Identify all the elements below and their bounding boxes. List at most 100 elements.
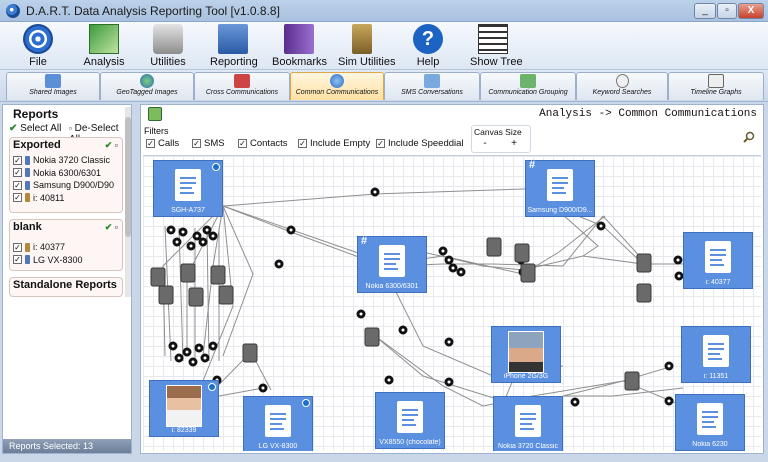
device-marker[interactable]: [150, 267, 166, 287]
report-item[interactable]: ✓ i: 40377: [10, 241, 122, 254]
graph-junction[interactable]: [174, 353, 184, 363]
zoom-in-button[interactable]: +: [506, 138, 522, 151]
graph-junction[interactable]: [438, 246, 448, 256]
file-button[interactable]: File: [18, 24, 58, 70]
device-node[interactable]: # Nokia 6300/6301: [357, 235, 427, 293]
filter-sms[interactable]: ✓ SMS: [192, 138, 225, 149]
device-marker[interactable]: [636, 253, 652, 273]
scrollbar-thumb[interactable]: [125, 117, 131, 237]
graph-junction[interactable]: [202, 225, 212, 235]
graph-junction[interactable]: [168, 341, 178, 351]
restore-button[interactable]: ▫: [717, 3, 737, 19]
report-checkbox[interactable]: ✓: [13, 180, 22, 190]
group-select-all-icon[interactable]: ✔: [105, 222, 113, 232]
edit-icon[interactable]: [148, 107, 162, 121]
filter-checkbox[interactable]: ✓: [298, 139, 307, 148]
reporting-button[interactable]: Reporting: [210, 24, 258, 70]
bookmarks-button[interactable]: Bookmarks: [272, 24, 327, 70]
analysis-button[interactable]: Analysis: [82, 24, 126, 70]
graph-junction[interactable]: [258, 383, 268, 393]
graph-junction[interactable]: [664, 361, 674, 371]
graph-junction[interactable]: [596, 221, 606, 231]
device-node[interactable]: VX8550 (chocolate): [375, 392, 445, 449]
graph-junction[interactable]: [286, 225, 296, 235]
report-checkbox[interactable]: ✓: [13, 193, 22, 203]
device-node[interactable]: i: 40377: [683, 232, 753, 289]
filter-checkbox[interactable]: ✓: [376, 139, 385, 148]
device-node[interactable]: # Samsung D900/D9...: [525, 159, 595, 217]
graph-junction[interactable]: [182, 347, 192, 357]
group-select-all-icon[interactable]: ✔: [105, 140, 113, 150]
device-node[interactable]: i: 82339: [149, 380, 219, 437]
graph-junction[interactable]: [444, 337, 454, 347]
zoom-out-button[interactable]: -: [477, 138, 493, 151]
minimize-button[interactable]: _: [694, 3, 716, 19]
device-node[interactable]: LG VX-8300: [243, 396, 313, 451]
report-item[interactable]: ✓ LG VX-8300: [10, 254, 122, 267]
report-item[interactable]: ✓ Nokia 6300/6301: [10, 167, 122, 180]
filter-include-speeddial[interactable]: ✓ Include Speeddial: [376, 138, 464, 149]
graph-junction[interactable]: [192, 231, 202, 241]
close-button[interactable]: X: [738, 3, 764, 19]
report-item[interactable]: ✓ Samsung D900/D90: [10, 179, 122, 192]
device-marker[interactable]: [636, 283, 652, 303]
graph-junction[interactable]: [208, 341, 218, 351]
graph-junction[interactable]: [674, 271, 684, 281]
device-marker[interactable]: [624, 371, 640, 391]
utilities-button[interactable]: Utilities: [146, 24, 190, 70]
report-checkbox[interactable]: ✓: [13, 168, 22, 178]
graph-junction[interactable]: [398, 325, 408, 335]
graph-junction[interactable]: [198, 237, 208, 247]
device-node[interactable]: i: 11351: [681, 326, 751, 383]
graph-junction[interactable]: [444, 377, 454, 387]
filter-contacts[interactable]: ✓ Contacts: [238, 138, 288, 149]
graph-junction[interactable]: [664, 396, 674, 406]
device-marker[interactable]: [514, 243, 530, 263]
filter-checkbox[interactable]: ✓: [146, 139, 155, 148]
device-node[interactable]: Nokia 3720 Classic: [493, 396, 563, 451]
tab-common-communications[interactable]: Common Communications: [290, 72, 384, 100]
graph-junction[interactable]: [172, 237, 182, 247]
show-tree-button[interactable]: Show Tree: [470, 24, 523, 70]
group-deselect-icon[interactable]: ▫: [115, 140, 118, 150]
graph-junction[interactable]: [456, 267, 466, 277]
tab-timeline-graphs[interactable]: Timeline Graphs: [668, 72, 764, 100]
report-item[interactable]: ✓ Nokia 3720 Classic: [10, 154, 122, 167]
graph-junction[interactable]: [178, 227, 188, 237]
tab-shared-images[interactable]: Shared Images: [6, 72, 100, 100]
graph-junction[interactable]: [186, 241, 196, 251]
graph-junction[interactable]: [194, 343, 204, 353]
device-marker[interactable]: [218, 285, 234, 305]
device-marker[interactable]: [210, 265, 226, 285]
device-marker[interactable]: [486, 237, 502, 257]
device-marker[interactable]: [520, 263, 536, 283]
device-node[interactable]: SGH-A737: [153, 160, 223, 217]
graph-junction[interactable]: [274, 259, 284, 269]
graph-junction[interactable]: [384, 375, 394, 385]
tab-sms-conversations[interactable]: SMS Conversations: [384, 72, 480, 100]
filter-calls[interactable]: ✓ Calls: [146, 138, 179, 149]
select-all-link[interactable]: ✔ Select All: [9, 123, 61, 134]
device-marker[interactable]: [364, 327, 380, 347]
device-marker[interactable]: [180, 263, 196, 283]
tab-cross-communications[interactable]: Cross Communications: [194, 72, 290, 100]
search-icon[interactable]: [743, 131, 755, 143]
graph-junction[interactable]: [444, 255, 454, 265]
group-deselect-icon[interactable]: ▫: [115, 222, 118, 232]
graph-junction[interactable]: [188, 357, 198, 367]
graph-junction[interactable]: [448, 263, 458, 273]
report-checkbox[interactable]: ✓: [13, 255, 22, 265]
graph-junction[interactable]: [208, 231, 218, 241]
device-node[interactable]: iPhone 2G/3G: [491, 326, 561, 383]
sidebar-scrollbar[interactable]: [125, 107, 131, 297]
graph-junction[interactable]: [570, 397, 580, 407]
communications-graph[interactable]: SGH-A737 # Samsung D900/D9... # Nokia 63…: [143, 155, 761, 451]
filter-checkbox[interactable]: ✓: [238, 139, 247, 148]
tab-communication-grouping[interactable]: Communication Grouping: [480, 72, 576, 100]
graph-junction[interactable]: [166, 225, 176, 235]
report-checkbox[interactable]: ✓: [13, 242, 22, 252]
device-marker[interactable]: [158, 285, 174, 305]
graph-junction[interactable]: [356, 309, 366, 319]
tab-keyword-searches[interactable]: Keyword Searches: [576, 72, 668, 100]
device-marker[interactable]: [188, 287, 204, 307]
